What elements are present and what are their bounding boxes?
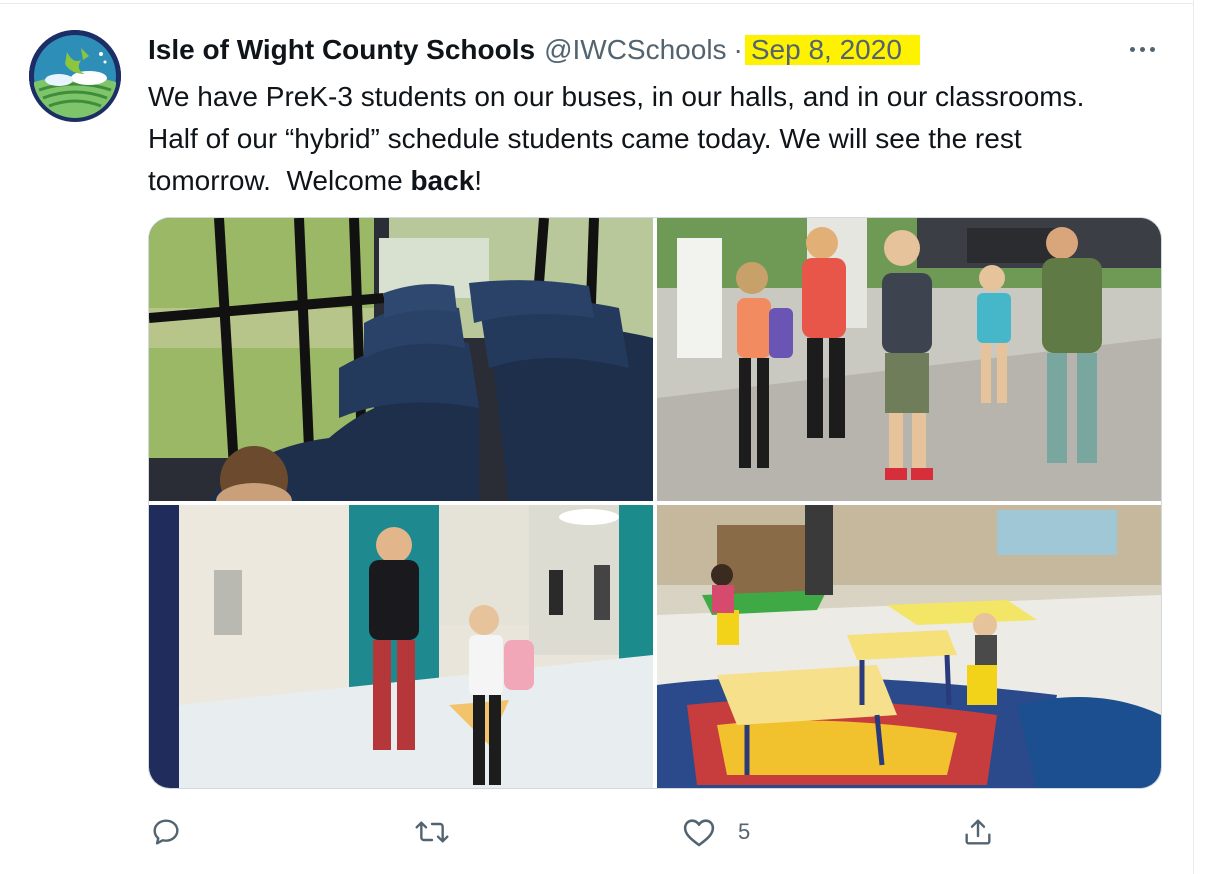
reply-icon [153, 819, 179, 845]
right-divider [1193, 0, 1194, 874]
author-avatar[interactable] [29, 30, 121, 122]
tweet-card: Isle of Wight County Schools @IWCSchools… [0, 0, 1212, 874]
author-handle[interactable]: @IWCSchools [544, 34, 726, 66]
share-button[interactable] [962, 810, 994, 854]
school-logo-icon [29, 30, 121, 122]
media-grid [148, 217, 1162, 789]
tweet-header: Isle of Wight County Schools @IWCSchools… [148, 30, 920, 70]
header-separator: · [733, 34, 743, 65]
author-name[interactable]: Isle of Wight County Schools [148, 34, 535, 66]
tweet-actions: 5 [0, 810, 1212, 854]
photo-hallway[interactable] [149, 505, 653, 788]
photo-classroom[interactable] [657, 505, 1161, 788]
like-count: 5 [738, 819, 751, 844]
tweet-text-line: We have PreK-3 students on our buses, in… [148, 81, 1085, 112]
tweet-text-bold: back [410, 165, 475, 196]
reply-button[interactable] [150, 810, 182, 854]
more-dot [1149, 46, 1155, 52]
tweet-date[interactable]: Sep 8, 2020 [744, 35, 920, 65]
more-dot [1139, 46, 1145, 52]
more-horizontal-icon[interactable] [1124, 34, 1160, 64]
like-button[interactable]: 5 [682, 810, 750, 854]
photo-students-arriving[interactable] [657, 218, 1161, 501]
share-icon [965, 819, 991, 845]
more-dot [1129, 46, 1135, 52]
retweet-icon [415, 821, 449, 843]
photo-bus-interior[interactable] [149, 218, 653, 501]
retweet-button[interactable] [414, 810, 450, 854]
tweet-text-segment: ! [474, 165, 483, 196]
tweet-text-line: tomorrow. Welcome back! [148, 160, 1178, 202]
heart-icon [683, 819, 715, 847]
top-divider [0, 3, 1194, 4]
tweet-text-segment: tomorrow. Welcome [148, 165, 411, 196]
tweet-text-line: Half of our “hybrid” schedule students c… [148, 123, 1022, 154]
tweet-text: We have PreK-3 students on our buses, in… [148, 76, 1178, 202]
